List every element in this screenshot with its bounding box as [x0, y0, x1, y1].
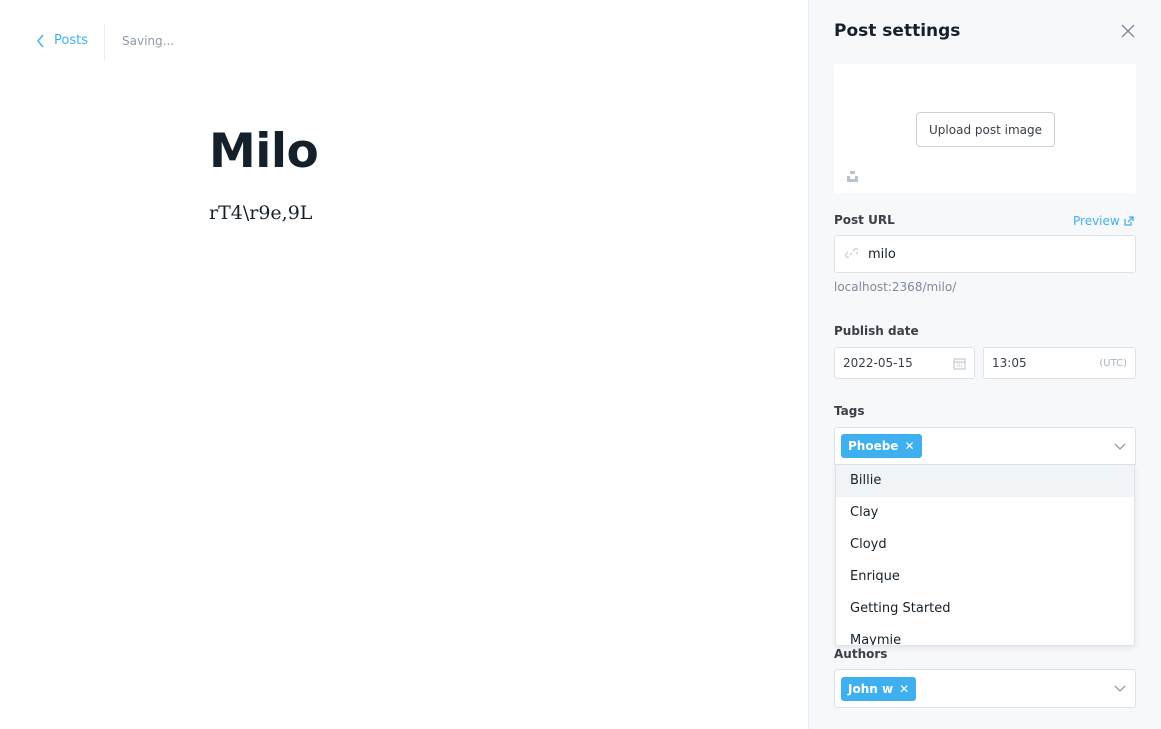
post-url-field [834, 235, 1136, 273]
topbar-divider [104, 24, 105, 60]
tags-input[interactable]: Phoebe ✕ [834, 427, 1136, 465]
author-token: John w ✕ [841, 676, 917, 701]
editor-area: Posts Saving... Milo rT4\r9e,9L [0, 0, 808, 729]
post-url-input[interactable] [868, 246, 1108, 262]
tags-dropdown: Billie Clay Cloyd Enrique Getting Starte… [835, 465, 1135, 646]
post-body[interactable]: rT4\r9e,9L [209, 202, 312, 224]
chevron-left-icon [37, 34, 44, 47]
authors-input[interactable]: John w ✕ [834, 669, 1136, 708]
calendar-icon[interactable] [953, 357, 966, 370]
back-link-label: Posts [54, 33, 88, 48]
close-icon[interactable] [1119, 22, 1137, 40]
publish-date-input[interactable] [843, 356, 933, 370]
post-url-label: Post URL [834, 213, 895, 227]
author-token-label: John w [848, 681, 894, 696]
back-to-posts-link[interactable]: Posts [36, 33, 88, 48]
panel-title: Post settings [834, 21, 961, 41]
chevron-down-icon[interactable] [1114, 441, 1126, 451]
editor-topbar: Posts Saving... [0, 0, 808, 84]
timezone-label: (UTC) [1099, 357, 1127, 369]
post-url-hint: localhost:2368/milo/ [834, 280, 957, 294]
link-icon [845, 248, 858, 258]
post-settings-panel: Post settings Upload post image Post URL… [808, 0, 1161, 729]
upload-post-image-button[interactable]: Upload post image [916, 112, 1055, 147]
post-title[interactable]: Milo [209, 124, 319, 179]
tags-label: Tags [834, 404, 865, 418]
tag-option[interactable]: Getting Started [836, 593, 1134, 625]
tag-option[interactable]: Billie [836, 465, 1134, 497]
tag-option[interactable]: Enrique [836, 561, 1134, 593]
preview-label: Preview [1073, 214, 1120, 228]
time-picker-field: (UTC) [983, 347, 1136, 379]
remove-tag-icon[interactable]: ✕ [904, 439, 914, 453]
remove-author-icon[interactable]: ✕ [899, 682, 909, 696]
tag-option[interactable]: Cloyd [836, 529, 1134, 561]
tag-token: Phoebe ✕ [841, 434, 922, 458]
chevron-down-icon[interactable] [1114, 683, 1126, 693]
publish-date-label: Publish date [834, 324, 919, 338]
post-image-area: Upload post image [834, 64, 1136, 193]
publish-time-input[interactable] [992, 356, 1082, 370]
tag-token-label: Phoebe [848, 439, 899, 453]
tag-option[interactable]: Clay [836, 497, 1134, 529]
authors-label: Authors [834, 647, 888, 661]
unsplash-icon[interactable] [846, 170, 859, 183]
preview-link[interactable]: Preview [1073, 214, 1134, 228]
date-picker-field [834, 347, 975, 379]
external-link-icon [1124, 216, 1134, 226]
tag-option[interactable]: Maymie [836, 625, 1134, 645]
save-status: Saving... [122, 34, 175, 48]
